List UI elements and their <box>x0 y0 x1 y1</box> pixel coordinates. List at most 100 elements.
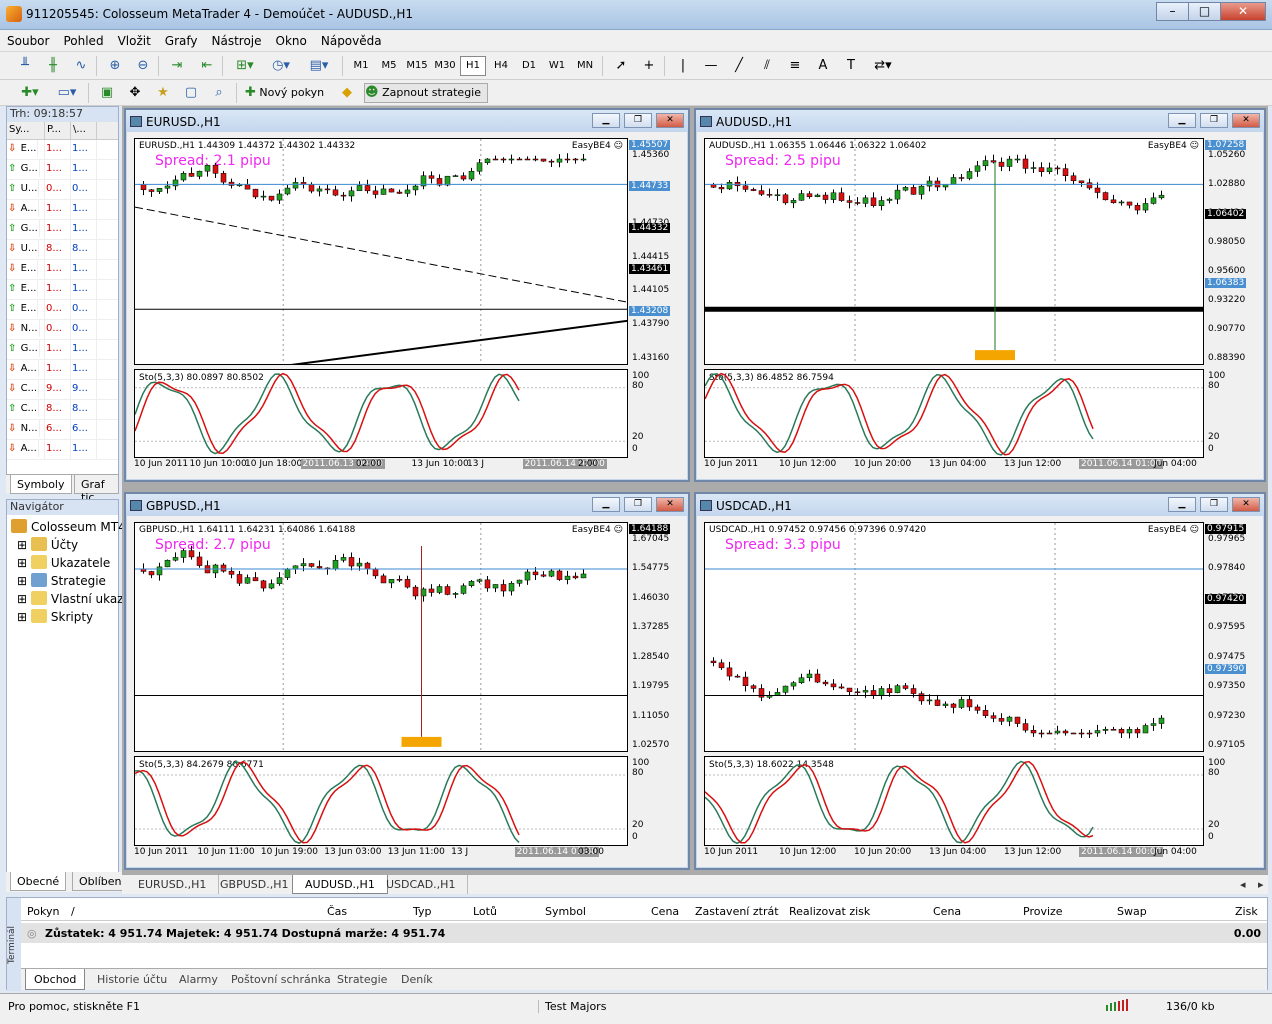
trendline-icon[interactable]: ╱ <box>728 56 750 76</box>
chart-restore-button[interactable]: ❐ <box>624 113 652 128</box>
chart-window-title[interactable]: EURUSD.,H1 ▁ ❐ ✕ <box>126 110 688 132</box>
text-label-icon[interactable]: T <box>840 56 862 76</box>
close-button[interactable]: ✕ <box>1220 2 1266 21</box>
crosshair-icon[interactable]: + <box>638 56 660 76</box>
market-watch-row[interactable]: ⇩ N... 6... 6... <box>7 420 118 440</box>
candle-chart-icon[interactable]: ╫ <box>42 56 64 76</box>
horizontal-line-icon[interactable]: — <box>700 56 722 76</box>
strategy-tester-icon[interactable]: ⌕ <box>208 83 230 103</box>
col-profit[interactable]: Zisk <box>1235 905 1258 918</box>
stochastic-panel[interactable]: Sto(5,3,3) 80.0897 80.8502 <box>134 369 628 458</box>
terminal-icon[interactable]: ▢ <box>180 83 202 103</box>
market-watch-row[interactable]: ⇧ G... 1... 1... <box>7 160 118 180</box>
chart-restore-button[interactable]: ❐ <box>624 497 652 512</box>
nav-root[interactable]: Colosseum MT4 <box>11 519 126 534</box>
price-chart[interactable]: AUDUSD.,H1 1.06355 1.06446 1.06322 1.064… <box>704 138 1204 365</box>
indicators-icon[interactable]: ⊞▾ <box>230 56 260 76</box>
market-watch-row[interactable]: ⇩ E... 1... 1... <box>7 260 118 280</box>
menu-vlozit[interactable]: Vložit <box>111 30 158 48</box>
chart-tab-usdcad[interactable]: USDCAD.,H1 <box>374 875 469 894</box>
price-chart[interactable]: GBPUSD.,H1 1.64111 1.64231 1.64086 1.641… <box>134 522 628 752</box>
chart-close-button[interactable]: ✕ <box>656 497 684 512</box>
col-type[interactable]: Typ <box>413 905 432 918</box>
nav-item-experts[interactable]: ⊞ Strategie <box>17 573 106 588</box>
new-chart-icon[interactable]: ✚▾ <box>14 83 46 103</box>
zoom-in-icon[interactable]: ⊕ <box>104 56 126 76</box>
nav-item-scripts[interactable]: ⊞ Skripty <box>17 609 93 624</box>
col-symbol[interactable]: Sy... <box>7 122 45 139</box>
col-commission[interactable]: Provize <box>1023 905 1063 918</box>
chart-window-title[interactable]: AUDUSD.,H1 ▁ ❐ ✕ <box>696 110 1264 132</box>
col-time[interactable]: Čas <box>327 905 347 918</box>
profiles-icon[interactable]: ▭▾ <box>52 83 82 103</box>
chart-minimize-button[interactable]: ▁ <box>1168 497 1196 512</box>
chart-window-title[interactable]: USDCAD.,H1 ▁ ❐ ✕ <box>696 494 1264 516</box>
col-stop-loss[interactable]: Zastavení ztrát <box>695 905 779 918</box>
market-watch-icon[interactable]: ▣ <box>96 83 118 103</box>
market-watch-row[interactable]: ⇧ C... 8... 8... <box>7 400 118 420</box>
timeframe-d1[interactable]: D1 <box>516 56 542 76</box>
tab-common[interactable]: Obecné <box>10 872 67 891</box>
col-ask[interactable]: \... <box>71 122 97 139</box>
chart-window[interactable]: EURUSD.,H1 ▁ ❐ ✕ EURUSD.,H1 1.44309 1.44372 … <box>124 108 690 482</box>
tab-trade[interactable]: Obchod <box>25 969 86 990</box>
market-watch-row[interactable]: ⇩ N... 0... 0... <box>7 320 118 340</box>
tab-account-history[interactable]: Historie účtu <box>89 969 175 990</box>
menu-nastroje[interactable]: Nástroje <box>205 30 269 48</box>
market-watch-row[interactable]: ⇩ U... 8... 8... <box>7 240 118 260</box>
chart-window[interactable]: GBPUSD.,H1 ▁ ❐ ✕ GBPUSD.,H1 1.64111 1.64231 … <box>124 492 690 870</box>
chart-minimize-button[interactable]: ▁ <box>1168 113 1196 128</box>
stochastic-panel[interactable]: Sto(5,3,3) 18.6022 14.3548 <box>704 756 1204 846</box>
chart-tab-gbpusd[interactable]: GBPUSD.,H1 <box>208 875 302 894</box>
arrows-icon[interactable]: ⇄▾ <box>868 56 898 76</box>
cursor-icon[interactable]: ➚ <box>610 56 632 76</box>
chart-window-title[interactable]: GBPUSD.,H1 ▁ ❐ ✕ <box>126 494 688 516</box>
col-order[interactable]: Pokyn <box>27 905 59 918</box>
timeframe-h1[interactable]: H1 <box>460 56 486 76</box>
market-watch-row[interactable]: ⇩ A... 1... 1... <box>7 200 118 220</box>
menu-okno[interactable]: Okno <box>269 30 314 48</box>
navigator-icon[interactable]: ★ <box>152 83 174 103</box>
market-watch-row[interactable]: ⇧ U... 0... 0... <box>7 180 118 200</box>
col-price[interactable]: Cena <box>651 905 679 918</box>
maximize-button[interactable]: □ <box>1188 2 1221 21</box>
autotrading-button[interactable]: ☻ Zapnout strategie <box>364 83 488 103</box>
chart-restore-button[interactable]: ❐ <box>1200 497 1228 512</box>
col-swap[interactable]: Swap <box>1117 905 1147 918</box>
chart-close-button[interactable]: ✕ <box>1232 497 1260 512</box>
vertical-line-icon[interactable]: | <box>672 56 694 76</box>
timeframe-w1[interactable]: W1 <box>544 56 570 76</box>
price-chart[interactable]: EURUSD.,H1 1.44309 1.44372 1.44302 1.443… <box>134 138 628 365</box>
menu-pohled[interactable]: Pohled <box>56 30 110 48</box>
chart-shift-icon[interactable]: ⇤ <box>196 56 218 76</box>
tab-tick-chart[interactable]: Graf tic <box>74 475 119 504</box>
tab-experts[interactable]: Strategie <box>329 969 395 990</box>
chart-tab-eurusd[interactable]: EURUSD.,H1 <box>126 875 220 894</box>
tab-journal[interactable]: Deník <box>393 969 441 990</box>
col-lots[interactable]: Lotů <box>473 905 497 918</box>
zoom-out-icon[interactable]: ⊖ <box>132 56 154 76</box>
tab-alerts[interactable]: Alarmy <box>171 969 226 990</box>
autoscroll-icon[interactable]: ⇥ <box>166 56 188 76</box>
col-bid[interactable]: P... <box>45 122 71 139</box>
bar-chart-icon[interactable]: ╨ <box>14 56 36 76</box>
line-chart-icon[interactable]: ∿ <box>70 56 92 76</box>
timeframe-m5[interactable]: M5 <box>376 56 402 76</box>
timeframe-m30[interactable]: M30 <box>432 56 458 76</box>
timeframe-mn[interactable]: MN <box>572 56 598 76</box>
menu-grafy[interactable]: Grafy <box>158 30 205 48</box>
chart-restore-button[interactable]: ❐ <box>1200 113 1228 128</box>
chart-window[interactable]: AUDUSD.,H1 ▁ ❐ ✕ AUDUSD.,H1 1.06355 1.06446 … <box>694 108 1266 482</box>
col-take-profit[interactable]: Realizovat zisk <box>789 905 870 918</box>
chart-close-button[interactable]: ✕ <box>1232 113 1260 128</box>
timeframe-h4[interactable]: H4 <box>488 56 514 76</box>
market-watch-row[interactable]: ⇩ A... 1... 1... <box>7 440 118 460</box>
market-watch-row[interactable]: ⇩ C... 9... 9... <box>7 380 118 400</box>
market-watch-row[interactable]: ⇧ G... 1... 1... <box>7 220 118 240</box>
equidistant-channel-icon[interactable]: ⫽ <box>756 56 778 76</box>
market-watch-row[interactable]: ⇩ A... 1... 1... <box>7 360 118 380</box>
market-watch-row[interactable]: ⇩ E... 1... 1... <box>7 140 118 160</box>
alert-icon[interactable]: ◆ <box>336 83 358 103</box>
col-price2[interactable]: Cena <box>933 905 961 918</box>
scroll-right-icon[interactable]: ▸ <box>1246 875 1272 894</box>
